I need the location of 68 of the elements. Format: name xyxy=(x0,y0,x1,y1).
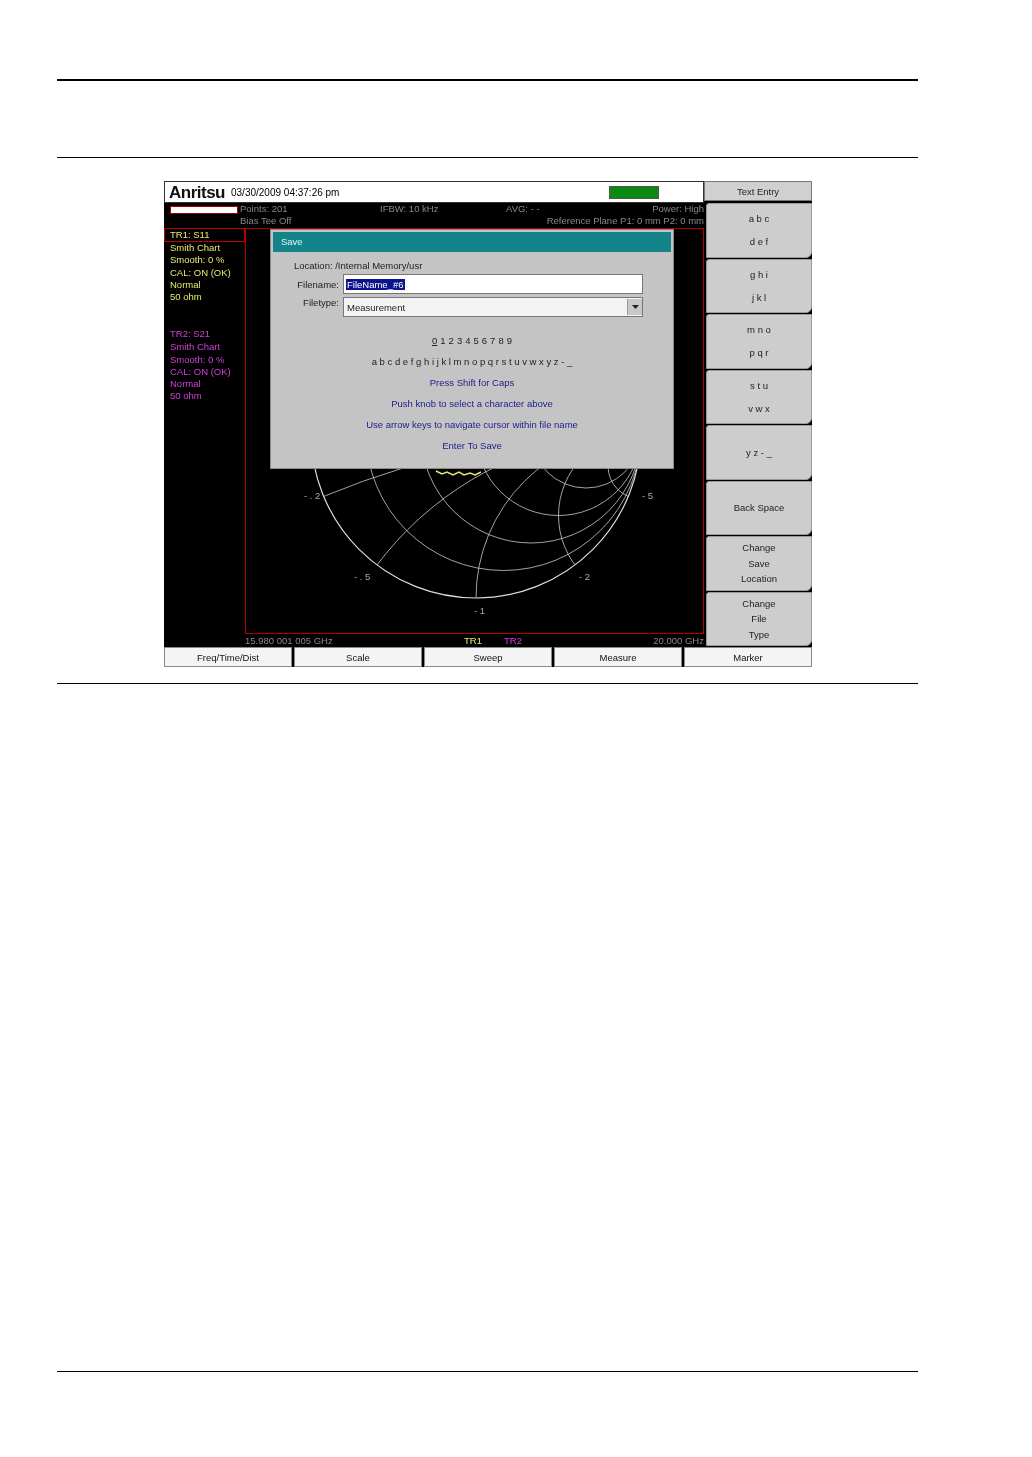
avg-label: AVG: - - xyxy=(506,203,540,215)
trace-info: Smith Chart xyxy=(170,242,222,255)
dropdown-arrow-icon xyxy=(631,305,639,309)
character-key[interactable]: 6 xyxy=(481,335,488,346)
power-label: Power: High xyxy=(652,203,704,215)
chart-axis-label: - 2 xyxy=(579,571,591,582)
menu-button[interactable]: Measure xyxy=(554,647,682,667)
trace-info: 50 ohm xyxy=(170,390,203,403)
character-key[interactable]: 4 xyxy=(465,335,471,346)
softkey-button[interactable]: Change File Type xyxy=(706,591,812,646)
softkey-title: Text Entry xyxy=(704,181,812,201)
date-time: 03/30/2009 04:37:26 pm xyxy=(231,186,340,198)
trace-info: Smith Chart xyxy=(170,341,222,354)
softkey-button[interactable]: Back Space xyxy=(706,480,812,535)
stop-frequency: 20.000 GHz xyxy=(653,635,704,646)
filename-field[interactable]: FileName_#6 xyxy=(343,274,643,294)
character-key[interactable]: 3 xyxy=(456,335,463,346)
softkey-button[interactable]: y z - _ xyxy=(706,425,812,480)
dialog-title: Save xyxy=(273,232,671,252)
trace-info: Smooth: 0 % xyxy=(170,353,226,366)
character-key[interactable]: 2 xyxy=(448,335,454,346)
softkey-button[interactable]: a b c d e f xyxy=(706,203,812,258)
filetype-dropdown[interactable]: Measurement xyxy=(343,297,643,317)
menu-button[interactable]: Sweep xyxy=(424,647,552,667)
filename-label: Filename: xyxy=(296,278,339,290)
softkey-button[interactable]: Change Save Location xyxy=(706,536,812,591)
bias-tee-label: Bias Tee Off xyxy=(240,215,293,227)
trace-legend: TR1 xyxy=(464,635,482,646)
character-key[interactable]: 5 xyxy=(473,335,479,346)
start-frequency: 15.980 001 005 GHz xyxy=(245,635,333,646)
trace-info: Normal xyxy=(170,278,202,291)
filetype-label: Filetype: xyxy=(302,297,339,308)
softkey-button[interactable]: g h i j k l xyxy=(706,258,812,313)
chart-axis-label: - . 5 xyxy=(354,571,371,582)
trace-legend: TR2 xyxy=(504,635,522,646)
hint-text: Press Shift for Caps xyxy=(429,377,515,388)
points-label: Points: 201 xyxy=(240,203,289,215)
trace-info: Smooth: 0 % xyxy=(170,254,226,267)
menu-button[interactable]: Scale xyxy=(294,647,422,667)
hint-text: Push knob to select a character above xyxy=(391,398,553,409)
menu-button[interactable]: Freq/Time/Dist xyxy=(164,647,292,667)
trace-info: 50 ohm xyxy=(170,291,203,304)
character-key[interactable]: 9 xyxy=(506,335,512,346)
trace-name[interactable]: TR1: S11 xyxy=(164,228,245,243)
ifbw-label: IFBW: 10 kHz xyxy=(380,203,440,215)
chart-axis-label: - 5 xyxy=(642,490,654,501)
character-key[interactable]: 8 xyxy=(498,335,504,346)
character-row: a b c d e f g h i j k l m n o p q r s t u v w x y z - _ xyxy=(371,356,573,367)
softkey-button[interactable]: s t u v w x xyxy=(706,369,812,424)
trace-info: CAL: ON (OK) xyxy=(170,365,232,379)
trace-name[interactable]: TR2: S21 xyxy=(164,327,245,342)
chart-axis-label: - . 2 xyxy=(304,490,321,501)
trace-info: CAL: ON (OK) xyxy=(170,266,232,279)
character-key[interactable]: 1 xyxy=(440,335,446,346)
hint-text: Enter To Save xyxy=(442,440,502,451)
trace-swatch xyxy=(170,206,238,214)
trace-info: Normal xyxy=(170,378,202,391)
chart-axis-label: - 1 xyxy=(474,605,486,616)
reference-plane-label: Reference Plane P1: 0 mm P2: 0 mm xyxy=(545,215,704,227)
softkey-button[interactable]: m n o p q r xyxy=(706,314,812,369)
character-key[interactable]: 0 xyxy=(432,335,438,346)
brand-logo: Anritsu xyxy=(169,183,225,201)
battery-icon xyxy=(609,185,659,199)
hint-text: Use arrow keys to navigate cursor within file name xyxy=(366,419,578,430)
character-key[interactable]: 7 xyxy=(490,335,496,346)
location-label: Location: /Internal Memory/usr xyxy=(293,259,424,271)
trace-line xyxy=(435,470,482,476)
menu-button[interactable]: Marker xyxy=(684,647,812,667)
